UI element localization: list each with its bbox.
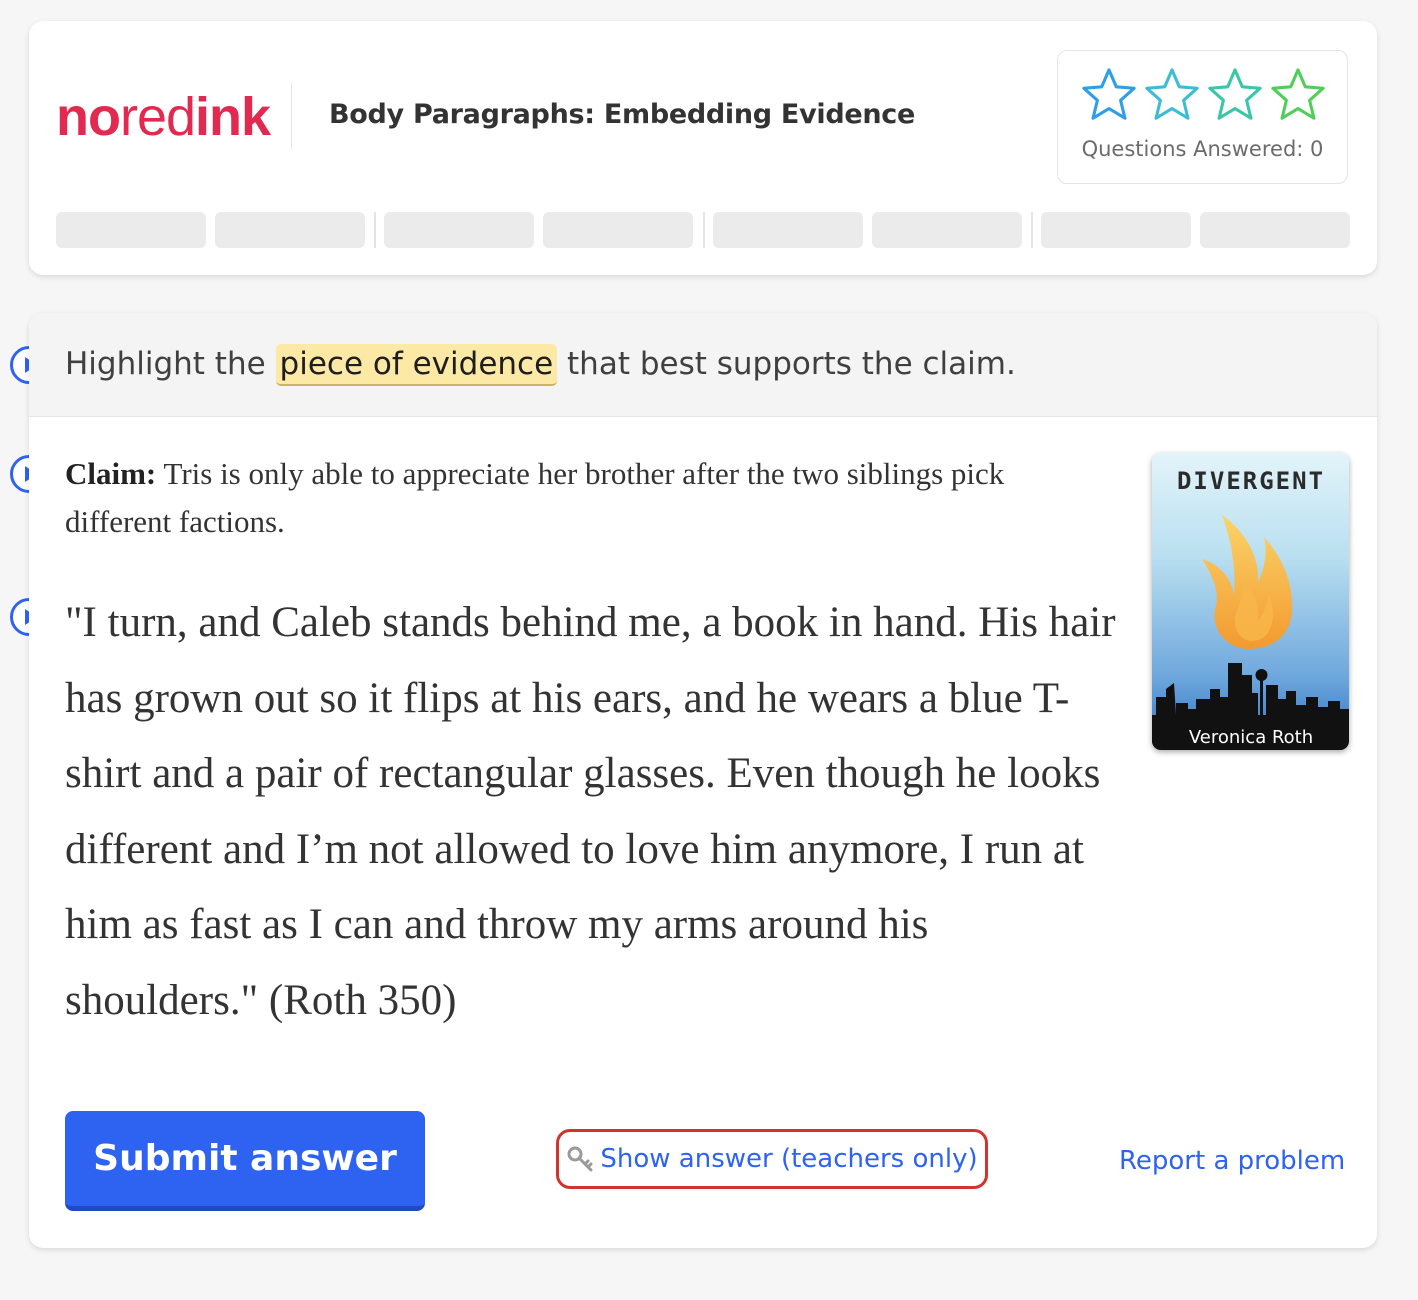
highlight-term: piece of evidence	[275, 344, 558, 386]
logo-part-no: no	[56, 87, 121, 147]
claim-text: Tris is only able to appreciate her brot…	[65, 456, 1005, 539]
progress-pill	[56, 212, 206, 248]
progress-pill	[215, 212, 365, 248]
star-icon	[1082, 68, 1136, 120]
show-answer-label: Show answer (teachers only)	[600, 1144, 978, 1174]
submit-answer-button[interactable]: Submit answer	[65, 1111, 425, 1211]
progress-stars-panel: Questions Answered: 0	[1057, 50, 1348, 184]
star-icon	[1145, 68, 1199, 120]
assignment-title: Body Paragraphs: Embedding Evidence	[329, 99, 916, 130]
progress-pill	[384, 212, 534, 248]
evidence-passage[interactable]: "I turn, and Caleb stands behind me, a b…	[65, 585, 1130, 1039]
header-card: noredink Body Paragraphs: Embedding Evid…	[29, 21, 1377, 275]
progress-separator	[1031, 212, 1033, 248]
stars-row	[1080, 66, 1327, 124]
show-answer-button[interactable]: Show answer (teachers only)	[556, 1129, 988, 1189]
instructions-text: Highlight the piece of evidence that bes…	[65, 336, 1016, 392]
instructions-before: Highlight the	[65, 346, 266, 382]
question-card: Highlight the piece of evidence that bes…	[29, 313, 1377, 1248]
noredink-logo[interactable]: noredink	[56, 87, 271, 147]
instructions-after: that best supports the claim.	[567, 346, 1016, 382]
progress-pill	[872, 212, 1022, 248]
book-author: Veronica Roth	[1189, 727, 1313, 748]
book-cover: DIVERGENT Veronica Roth	[1152, 453, 1349, 750]
report-problem-link[interactable]: Report a problem	[1119, 1146, 1345, 1176]
logo-part-ink: ink	[195, 87, 271, 147]
instructions-bar: Highlight the piece of evidence that bes…	[29, 313, 1377, 417]
progress-separator	[703, 212, 705, 248]
claim-label: Claim:	[65, 456, 157, 491]
progress-bar	[56, 212, 1350, 248]
book-cover-art: DIVERGENT Veronica Roth	[1152, 453, 1349, 750]
progress-separator	[374, 212, 376, 248]
header-divider	[291, 83, 292, 149]
book-title: DIVERGENT	[1177, 467, 1325, 495]
logo-part-red: red	[119, 87, 196, 147]
progress-pill	[713, 212, 863, 248]
claim: Claim: Tris is only able to appreciate h…	[65, 450, 1115, 546]
star-icon	[1271, 68, 1325, 120]
progress-pill	[1041, 212, 1191, 248]
questions-answered-label: Questions Answered: 0	[1081, 137, 1324, 161]
star-icon	[1208, 68, 1262, 120]
progress-pill	[543, 212, 693, 248]
key-icon	[567, 1146, 593, 1172]
progress-pill	[1200, 212, 1350, 248]
